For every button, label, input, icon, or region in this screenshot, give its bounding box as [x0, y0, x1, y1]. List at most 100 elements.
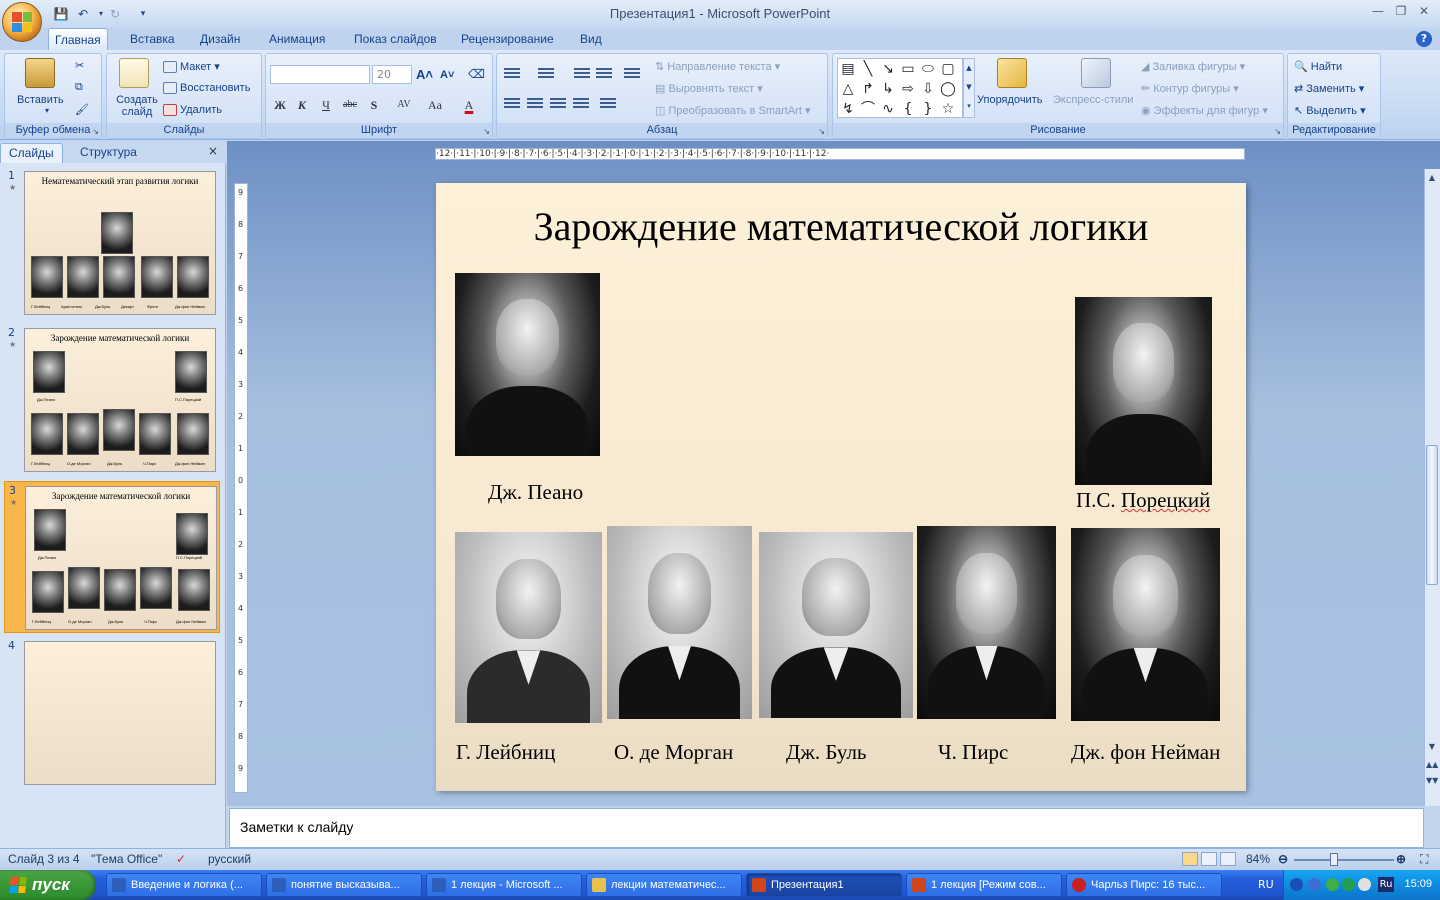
slide-thumbnail-2[interactable]: 2 ★ Зарождение математической логики Дж.…: [4, 324, 220, 476]
right-brace-icon[interactable]: }: [920, 101, 936, 117]
taskbar-item[interactable]: понятие высказыва...: [266, 873, 422, 897]
columns-icon[interactable]: [597, 96, 619, 114]
shrink-font-icon[interactable]: A˅: [440, 69, 454, 81]
undo-icon[interactable]: ↶: [74, 5, 92, 23]
text-direction-button[interactable]: ⇅ Направление текста ▾: [655, 60, 780, 73]
elbow-connector-icon[interactable]: ↱: [860, 81, 876, 97]
new-slide-button[interactable]: Создать слайд: [115, 94, 159, 118]
arrow-line-shape-icon[interactable]: ↘: [880, 61, 896, 77]
copy-icon[interactable]: ⧉: [75, 81, 83, 94]
zoom-level[interactable]: 84%: [1246, 852, 1270, 866]
normal-view-icon[interactable]: [1182, 852, 1198, 866]
office-button[interactable]: [2, 2, 42, 42]
language-bar-icon[interactable]: Ru: [1378, 877, 1394, 892]
customize-quick-access-icon[interactable]: ▾: [134, 5, 152, 23]
redo-icon[interactable]: ↻: [106, 5, 124, 23]
taskbar-item[interactable]: лекции математичес...: [586, 873, 742, 897]
rounded-rect-shape-icon[interactable]: ▢: [940, 61, 956, 77]
numbering-icon[interactable]: [535, 66, 557, 84]
caption-von-neumann[interactable]: Дж. фон Нейман: [1071, 740, 1220, 765]
previous-slide-icon[interactable]: ▲▲: [1426, 758, 1438, 772]
textbox-shape-icon[interactable]: ▤: [840, 61, 856, 77]
tab-slides[interactable]: Слайды: [0, 143, 63, 163]
antivirus-icon[interactable]: [1326, 878, 1339, 891]
shape-outline-button[interactable]: ✏ Контур фигуры ▾: [1141, 82, 1239, 95]
shape-effects-button[interactable]: ◉ Эффекты для фигур ▾: [1141, 104, 1268, 117]
portrait-boole[interactable]: [759, 532, 913, 718]
tab-slideshow[interactable]: Показ слайдов: [348, 28, 443, 50]
align-center-icon[interactable]: [524, 96, 546, 114]
horizontal-ruler[interactable]: ·12·|·11·|·10·|·9·|·8·|·7·|·6·|·5·|·4·|·…: [435, 148, 1245, 160]
increase-indent-icon[interactable]: [593, 66, 615, 84]
left-brace-icon[interactable]: {: [900, 101, 916, 117]
fit-to-window-icon[interactable]: ⛶: [1420, 852, 1428, 867]
oval-shape-icon[interactable]: ⬭: [920, 61, 936, 77]
arc-shape-icon[interactable]: ∿: [880, 101, 896, 117]
start-button[interactable]: пуск: [0, 870, 96, 900]
scroll-up-arrow-icon[interactable]: ▲: [1426, 171, 1438, 185]
decrease-indent-icon[interactable]: [571, 66, 593, 84]
delete-slide-button[interactable]: Удалить: [163, 104, 222, 117]
paste-button[interactable]: Вставить: [17, 94, 64, 106]
smartart-button[interactable]: ◫ Преобразовать в SmartArt ▾: [655, 104, 810, 117]
rectangle-shape-icon[interactable]: ▭: [900, 61, 916, 77]
spelling-check-icon[interactable]: ✓: [176, 852, 186, 866]
caption-poretsky[interactable]: П.С. Порецкий: [1076, 488, 1210, 513]
tab-insert[interactable]: Вставка: [124, 28, 181, 50]
align-right-icon[interactable]: [547, 96, 569, 114]
slide-canvas[interactable]: Зарождение математической логики Дж. Пеа…: [436, 183, 1246, 791]
scrollbar-thumb[interactable]: [1426, 445, 1438, 585]
tab-review[interactable]: Рецензирование: [455, 28, 560, 50]
font-size-combo[interactable]: 20: [372, 65, 412, 84]
portrait-de-morgan[interactable]: [607, 526, 752, 719]
shapes-gallery[interactable]: ▤ ╲ ↘ ▭ ⬭ ▢ △ ↱ ↳ ⇨ ⇩ ◯ ↯ ⌒ ∿ { } ☆: [837, 58, 963, 118]
taskbar-item[interactable]: 1 лекция - Microsoft ...: [426, 873, 582, 897]
triangle-shape-icon[interactable]: △: [840, 81, 856, 97]
zoom-slider-thumb[interactable]: [1330, 853, 1338, 866]
portrait-poretsky[interactable]: [1075, 297, 1212, 485]
close-button[interactable]: ✕: [1413, 4, 1435, 22]
select-button[interactable]: ↖ Выделить ▾: [1294, 104, 1366, 117]
caption-peirce[interactable]: Ч. Пирс: [938, 740, 1008, 765]
replace-button[interactable]: ⇄ Заменить ▾: [1294, 82, 1364, 95]
taskbar-item[interactable]: Чарльз Пирс: 16 тыс...: [1066, 873, 1222, 897]
maximize-button[interactable]: ❐: [1390, 4, 1412, 22]
pane-close-icon[interactable]: ×: [208, 144, 218, 158]
notes-placeholder[interactable]: Заметки к слайду: [240, 819, 353, 835]
portrait-leibniz[interactable]: [455, 532, 602, 723]
zoom-slider[interactable]: [1294, 859, 1394, 861]
flowchart-shape-icon[interactable]: ◯: [940, 81, 956, 97]
align-text-button[interactable]: ▤ Выровнять текст ▾: [655, 82, 763, 95]
caption-boole[interactable]: Дж. Буль: [786, 740, 867, 765]
tab-outline[interactable]: Структура: [72, 143, 145, 163]
quick-styles-button[interactable]: Экспресс-стили: [1053, 94, 1133, 106]
zoom-out-icon[interactable]: ⊖: [1278, 852, 1288, 866]
taskbar-item[interactable]: Введение и логика (...: [106, 873, 262, 897]
tab-home[interactable]: Главная: [48, 28, 108, 50]
tray-arrow-icon[interactable]: [1290, 878, 1303, 891]
portrait-peano[interactable]: [455, 273, 600, 456]
tab-animation[interactable]: Анимация: [263, 28, 331, 50]
arrange-button[interactable]: Упорядочить: [977, 94, 1042, 106]
tab-design[interactable]: Дизайн: [194, 28, 246, 50]
line-shape-icon[interactable]: ╲: [860, 61, 876, 77]
paste-dropdown-icon[interactable]: ▾: [45, 106, 49, 115]
vertical-ruler[interactable]: 9 8 7 6 5 4 3 2 1 0 1 2 3 4 5 6 7 8 9: [234, 183, 248, 793]
right-arrow-shape-icon[interactable]: ⇨: [900, 81, 916, 97]
slide-title[interactable]: Зарождение математической логики: [436, 203, 1246, 250]
slide-thumbnail-3[interactable]: 3 ★ Зарождение математической логики Дж.…: [4, 481, 220, 633]
cut-icon[interactable]: ✂: [75, 59, 84, 72]
curve-shape-icon[interactable]: ⌒: [860, 101, 876, 117]
layout-button[interactable]: Макет ▾: [163, 60, 220, 74]
minimize-button[interactable]: —: [1367, 4, 1389, 22]
italic-button[interactable]: К: [292, 96, 312, 114]
font-launcher-icon[interactable]: ↘: [483, 127, 490, 136]
scroll-down-arrow-icon[interactable]: ▼: [1426, 740, 1438, 754]
shadow-button[interactable]: S: [364, 96, 384, 114]
star-shape-icon[interactable]: ☆: [940, 101, 956, 117]
slide-thumbnail-1[interactable]: 1 ★ Нематематический этап развития логик…: [4, 167, 220, 319]
strikethrough-button[interactable]: abc: [340, 96, 360, 114]
slide-sorter-view-icon[interactable]: [1201, 852, 1217, 866]
change-case-button[interactable]: Aa: [422, 96, 448, 114]
align-left-icon[interactable]: [501, 96, 523, 114]
